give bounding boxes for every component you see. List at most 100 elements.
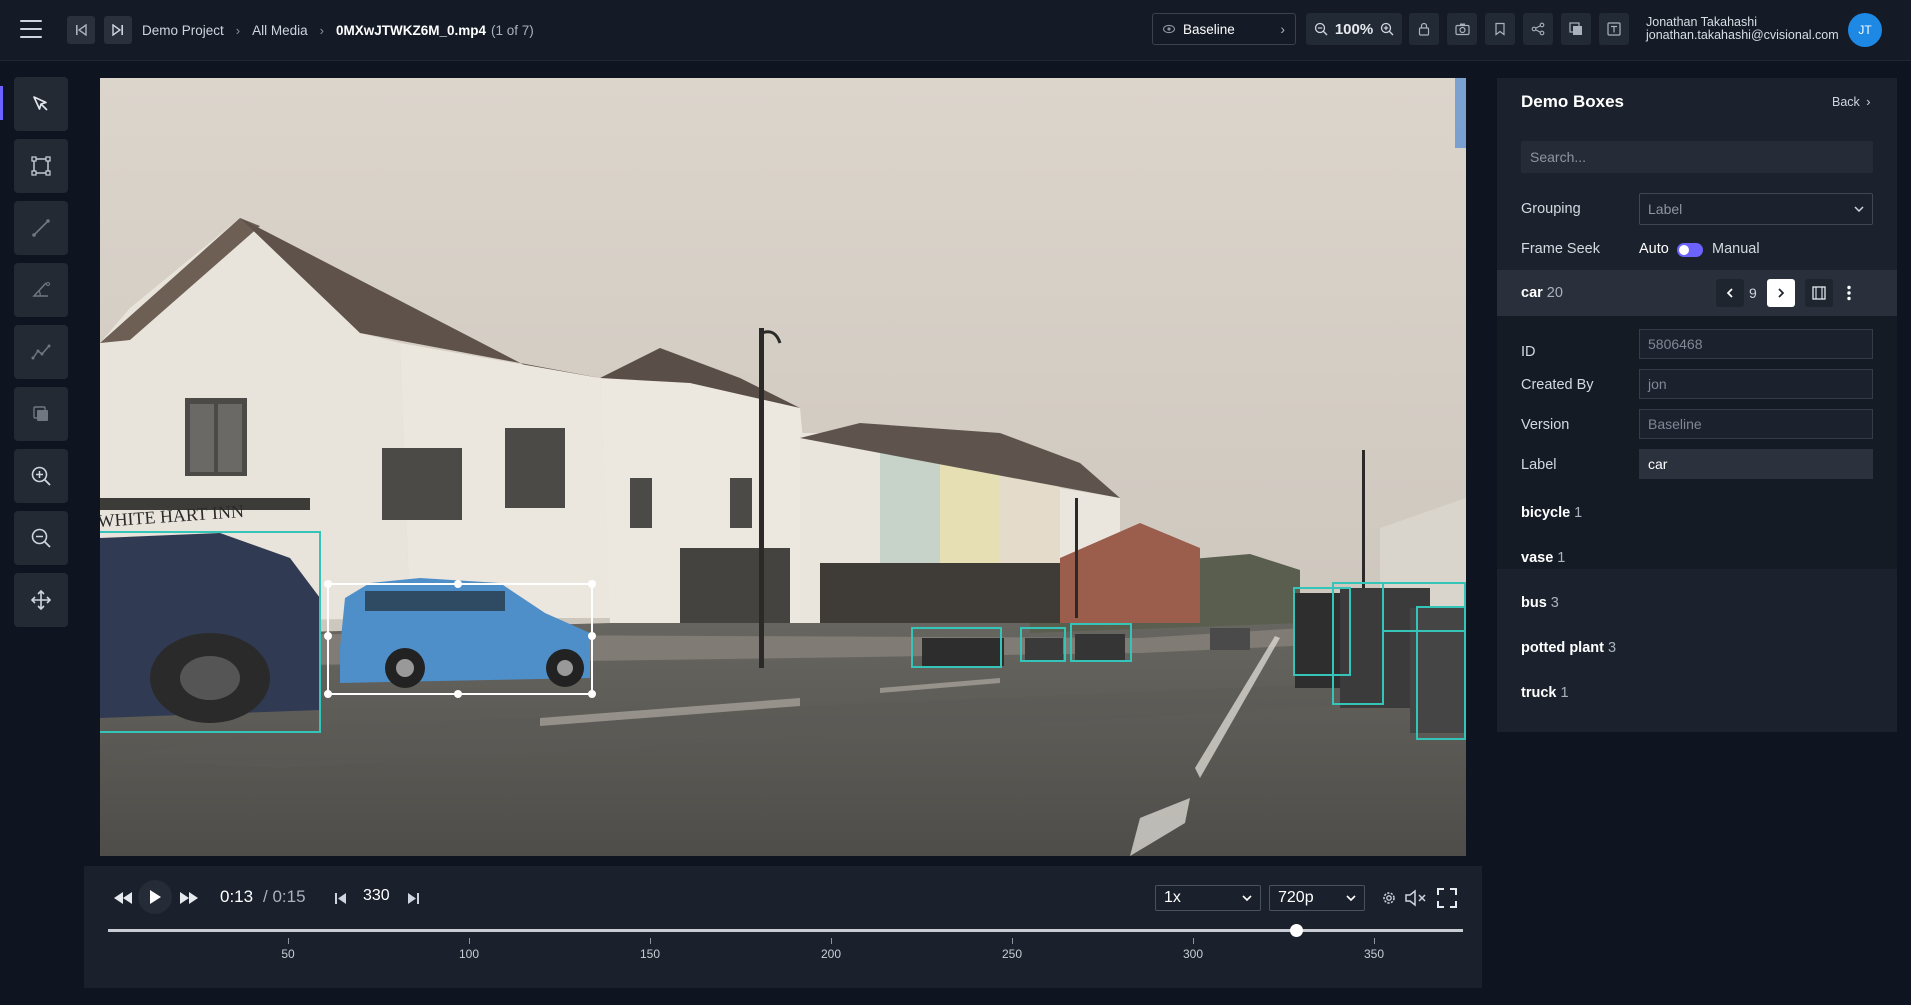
- polyline-tool-button[interactable]: [14, 325, 68, 379]
- next-instance-button[interactable]: [1767, 279, 1795, 307]
- menu-icon[interactable]: [20, 20, 42, 38]
- timeline-tick: [831, 938, 832, 944]
- cursor-arrow-icon: [33, 96, 48, 111]
- bounding-box-car[interactable]: [1384, 582, 1466, 632]
- resize-handle[interactable]: [324, 580, 332, 588]
- back-label: Back: [1832, 95, 1860, 109]
- angle-tool-button[interactable]: [14, 263, 68, 317]
- eye-icon: [1163, 24, 1175, 34]
- class-count: 3: [1607, 640, 1617, 656]
- duration: / 0:15: [263, 887, 306, 906]
- back-button[interactable]: Back ›: [1832, 95, 1870, 109]
- frame-seek-toggle[interactable]: [1677, 243, 1703, 257]
- timeline-track[interactable]: [108, 929, 1463, 932]
- grouping-select[interactable]: Label: [1639, 193, 1873, 225]
- copy-icon: [1569, 22, 1582, 35]
- detail-label-version: Version: [1521, 417, 1570, 433]
- screenshot-button[interactable]: [1447, 13, 1477, 45]
- resize-handle[interactable]: [454, 690, 462, 698]
- resize-handle[interactable]: [324, 632, 332, 640]
- class-row-vase[interactable]: vase 1: [1521, 550, 1565, 566]
- zoom-in-icon[interactable]: [1380, 22, 1394, 36]
- pan-tool-button[interactable]: [14, 573, 68, 627]
- timeline-tick: [1374, 938, 1375, 944]
- class-name: vase: [1521, 550, 1554, 566]
- select-tool-button[interactable]: [14, 77, 68, 131]
- version-select[interactable]: Baseline ›: [1152, 13, 1296, 45]
- settings-button[interactable]: [1379, 888, 1399, 908]
- video-frame[interactable]: WHITE HART INN: [100, 78, 1466, 856]
- zoom-in-icon: [31, 466, 51, 486]
- frame-seek-auto-label: Auto: [1639, 241, 1669, 257]
- bounding-box-car[interactable]: [1332, 582, 1384, 705]
- frame-view-button[interactable]: [1805, 279, 1833, 307]
- more-options-button[interactable]: [1841, 279, 1857, 307]
- lock-button[interactable]: [1409, 13, 1439, 45]
- class-count: 20: [1546, 285, 1563, 301]
- class-row-bicycle[interactable]: bicycle 1: [1521, 505, 1582, 521]
- bookmark-button[interactable]: [1485, 13, 1515, 45]
- class-row-truck[interactable]: truck 1: [1521, 685, 1569, 701]
- mute-button[interactable]: [1403, 886, 1429, 910]
- avatar[interactable]: JT: [1848, 13, 1882, 47]
- timeline-tick: [288, 938, 289, 944]
- class-count: 3: [1550, 595, 1559, 611]
- bounding-box-car[interactable]: [100, 531, 321, 733]
- bounding-box-car[interactable]: [1070, 623, 1132, 662]
- id-field: 5806468: [1639, 329, 1873, 359]
- line-tool-button[interactable]: [14, 201, 68, 255]
- resize-handle[interactable]: [588, 580, 596, 588]
- next-frame-button[interactable]: [404, 888, 422, 908]
- fast-forward-button[interactable]: [178, 886, 200, 910]
- previous-instance-button[interactable]: [1716, 279, 1744, 307]
- text-panel-button[interactable]: [1599, 13, 1629, 45]
- zoom-out-tool-button[interactable]: [14, 511, 68, 565]
- class-name: truck: [1521, 685, 1557, 701]
- zoom-out-icon: [31, 528, 51, 548]
- resize-handle[interactable]: [588, 632, 596, 640]
- rewind-button[interactable]: [112, 886, 134, 910]
- user-email: jonathan.takahashi@cvisional.com: [1646, 28, 1839, 42]
- chevron-down-icon: [1242, 895, 1252, 901]
- search-input[interactable]: [1521, 141, 1873, 173]
- play-button[interactable]: [138, 880, 172, 914]
- bounding-box-tool-button[interactable]: [14, 139, 68, 193]
- playback-speed-select[interactable]: 1x: [1155, 885, 1261, 911]
- fast-forward-icon: [180, 892, 198, 904]
- breadcrumb-all-media[interactable]: All Media: [252, 23, 308, 38]
- angle-icon: [32, 282, 50, 297]
- previous-media-button[interactable]: [67, 16, 95, 44]
- share-button[interactable]: [1523, 13, 1553, 45]
- next-media-button[interactable]: [104, 16, 132, 44]
- zoom-out-icon[interactable]: [1314, 22, 1328, 36]
- quality-select[interactable]: 720p: [1269, 885, 1365, 911]
- timeline-tick-label: 200: [820, 947, 842, 961]
- class-name-car[interactable]: car 20: [1521, 285, 1563, 301]
- frame-seek-label: Frame Seek: [1521, 241, 1600, 257]
- timeline-tick: [650, 938, 651, 944]
- class-row-potted-plant[interactable]: potted plant 3: [1521, 640, 1616, 656]
- skip-back-icon: [76, 24, 87, 36]
- move-arrows-icon: [30, 589, 52, 611]
- detail-label-created-by: Created By: [1521, 377, 1594, 393]
- timeline-tick-label: 150: [639, 947, 661, 961]
- class-row-bus[interactable]: bus 3: [1521, 595, 1559, 611]
- bounding-box-car-selected[interactable]: [324, 580, 596, 698]
- zoom-in-tool-button[interactable]: [14, 449, 68, 503]
- toggle-knob: [1679, 245, 1689, 255]
- breadcrumb-project[interactable]: Demo Project: [142, 23, 224, 38]
- chevron-down-icon: [1854, 206, 1864, 212]
- resize-handle[interactable]: [324, 690, 332, 698]
- resize-handle[interactable]: [588, 690, 596, 698]
- class-name: bus: [1521, 595, 1547, 611]
- video-controls: 0:13 / 0:15 330 1x 720p 50 100 150 200 250 30…: [84, 866, 1482, 988]
- resize-handle[interactable]: [454, 580, 462, 588]
- copy-frames-button[interactable]: [1561, 13, 1591, 45]
- previous-frame-button[interactable]: [332, 888, 350, 908]
- timeline-scrubber[interactable]: [1290, 924, 1304, 937]
- bounding-box-car[interactable]: [911, 627, 1002, 668]
- label-field[interactable]: car: [1639, 449, 1873, 479]
- fullscreen-button[interactable]: [1435, 886, 1459, 910]
- copy-tool-button[interactable]: [14, 387, 68, 441]
- bounding-box-car[interactable]: [1020, 627, 1066, 662]
